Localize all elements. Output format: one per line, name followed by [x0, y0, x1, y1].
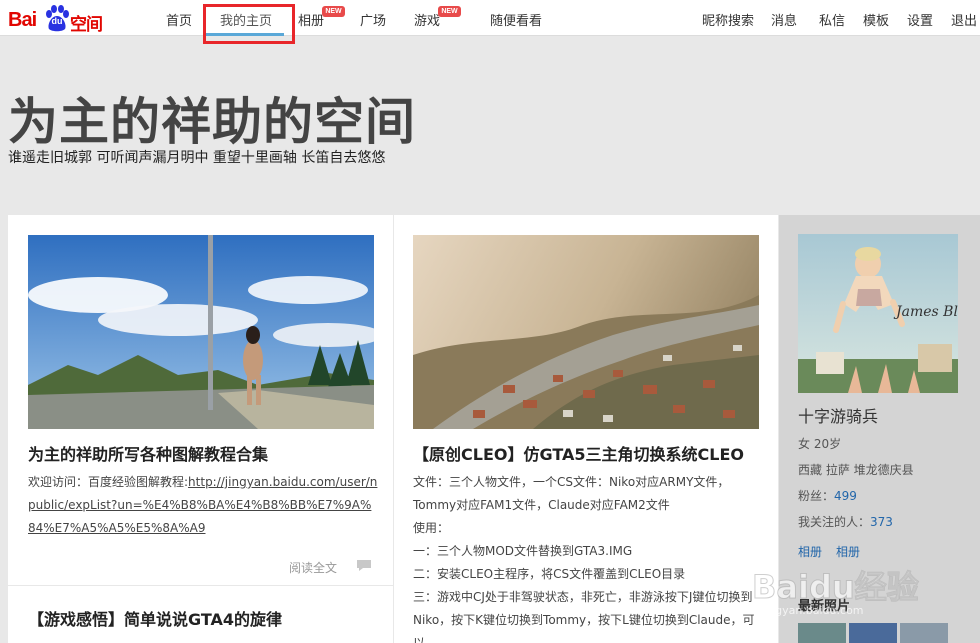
profile-location: 西藏 拉萨 堆龙德庆县 [798, 463, 914, 477]
nav-square[interactable]: 广场 [360, 10, 386, 29]
space-subtitle: 谁遥走旧城郭 可听闻声漏月明中 重望十里画轴 长笛自去悠悠 [8, 150, 386, 166]
post-title[interactable]: 【游戏感悟】简单说说GTA4的旋律 [28, 606, 282, 630]
baidu-jingyan-watermark: Baidu经验 jingyan.baidu.com [752, 560, 980, 620]
album-cover-avatar-image: James Blunt [798, 234, 958, 393]
recent-photo-thumb[interactable] [900, 623, 948, 643]
profile-fans: 粉丝：499 [798, 487, 857, 504]
post-excerpt: 欢迎访问：百度经验图解教程:http://jingyan.baidu.com/u… [28, 471, 378, 540]
nav-games[interactable]: 游戏 [414, 10, 440, 29]
watermark-text: Baidu经验 [752, 568, 920, 607]
album-cover-title: James Blunt [893, 304, 958, 320]
profile-gender-age: 女 20岁 [798, 437, 842, 451]
game-scene-image [28, 235, 374, 429]
fans-label: 粉丝： [798, 489, 835, 503]
watermark-url: jingyan.baidu.com [762, 604, 864, 617]
post-title[interactable]: 【原创CLEO】仿GTA5三主角切换系统CLEO [413, 441, 744, 465]
post-excerpt: 文件：三个人物文件，一个CS文件：Niko对应ARMY文件，Tommy对应FAM… [413, 471, 763, 643]
following-count[interactable]: 373 [870, 515, 893, 529]
post-title[interactable]: 为主的祥助所写各种图解教程合集 [28, 441, 268, 465]
nav-private-messages[interactable]: 私信 [819, 10, 845, 29]
post-text-line: 一：三个人物MOD文件替换到GTA3.IMG [413, 544, 633, 558]
logo-du-text: du [51, 16, 63, 26]
nav-logout[interactable]: 退出 [951, 10, 977, 29]
post-card: 【游戏感悟】简单说说GTA4的旋律 [8, 586, 393, 643]
logo-kongjian-text: 空间 [70, 15, 103, 35]
post-text-line: 使用： [413, 521, 450, 535]
comment-icon[interactable] [356, 559, 372, 572]
profile-following: 我关注的人：373 [798, 513, 893, 530]
avatar[interactable]: James Blunt [798, 234, 958, 393]
post-card: 为主的祥助所写各种图解教程合集 欢迎访问：百度经验图解教程:http://jin… [8, 215, 393, 585]
post-text-line: 三：游戏中CJ处于非驾驶状态，非死亡，非游泳按下J键位切换到Niko，按下K键位… [413, 590, 755, 643]
sidebar-album-link[interactable]: 相册 [798, 543, 822, 560]
nav-nickname-search[interactable]: 昵称搜索 [702, 10, 754, 29]
post-intro-text: 欢迎访问：百度经验图解教程: [28, 475, 189, 489]
post-text-line: 二：安装CLEO主程序，将CS文件覆盖到CLEO目录 [413, 567, 686, 581]
album-new-badge: NEW [322, 6, 345, 17]
nav-home[interactable]: 首页 [166, 10, 192, 29]
post-card: 【原创CLEO】仿GTA5三主角切换系统CLEO 文件：三个人物文件，一个CS文… [394, 215, 778, 643]
following-label: 我关注的人： [798, 515, 871, 529]
post-text-line: 文件：三个人物文件，一个CS文件：Niko对应ARMY文件，Tommy对应FAM… [413, 475, 730, 512]
nav-album[interactable]: 相册 [298, 10, 324, 29]
highlight-annotation-box [203, 4, 295, 44]
nav-messages[interactable]: 消息 [771, 10, 797, 29]
games-new-badge: NEW [438, 6, 461, 17]
nav-templates[interactable]: 模板 [863, 10, 889, 29]
baidu-space-logo[interactable]: Bai du 空间 [8, 2, 104, 35]
post-thumbnail-image[interactable] [28, 235, 374, 429]
top-nav-bar: Bai du 空间 首页 我的主页 相册 NEW 广场 游戏 NEW 随便看看 … [0, 0, 980, 36]
aerial-city-image [413, 235, 759, 429]
nav-browse-random[interactable]: 随便看看 [490, 10, 542, 29]
post-thumbnail-image[interactable] [413, 235, 759, 429]
nav-settings[interactable]: 设置 [907, 10, 933, 29]
read-more-link[interactable]: 阅读全文 [289, 559, 337, 576]
recent-photo-thumb[interactable] [798, 623, 846, 643]
fans-count[interactable]: 499 [834, 489, 857, 503]
sidebar-album-link-2[interactable]: 相册 [836, 543, 860, 560]
logo-bai-text: Bai [8, 9, 37, 31]
profile-nickname[interactable]: 十字游骑兵 [798, 403, 878, 427]
recent-photo-thumb[interactable] [849, 623, 897, 643]
space-title: 为主的祥助的空间 [8, 93, 416, 151]
